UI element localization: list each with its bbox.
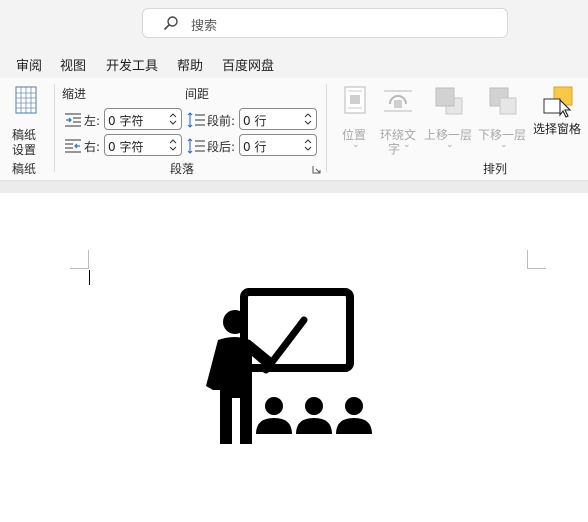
wrap-text-button[interactable]: 环绕文 字 ⌄ — [378, 84, 422, 156]
spin-arrows-icon — [169, 113, 177, 125]
paragraph-group-label: 段落 — [170, 162, 195, 176]
chevron-down-icon: ⌄ — [446, 140, 454, 150]
spin-arrows-icon — [304, 139, 312, 151]
selection-pane-icon — [543, 86, 573, 118]
indent-left-value: 0 字符 — [108, 114, 144, 128]
chevron-down-icon: ⌄ — [500, 140, 508, 150]
bring-forward-button[interactable]: 上移一层 ⌄ — [424, 84, 474, 152]
spacing-before-icon — [187, 112, 205, 128]
dialog-launcher-icon[interactable] — [312, 165, 321, 174]
position-button[interactable]: 位置 ⌄ — [338, 84, 372, 152]
indent-left-label: 左: — [84, 114, 101, 128]
text-cursor — [89, 270, 90, 285]
spacing-before-value: 0 行 — [243, 114, 267, 128]
chevron-down-icon: ⌄ — [403, 140, 411, 150]
ribbon-shadow — [0, 181, 588, 193]
chevron-down-icon: ⌄ — [352, 140, 360, 150]
gaozhi-group-label: 稿纸 — [12, 162, 37, 176]
spacing-title: 间距 — [185, 87, 210, 101]
indent-left-icon — [65, 113, 81, 127]
wrap-text-icon — [384, 90, 412, 112]
spacing-before-input[interactable]: 0 行 — [239, 108, 317, 130]
selection-pane-button[interactable]: 选择窗格 — [532, 84, 586, 136]
selection-pane-label: 选择窗格 — [533, 122, 582, 136]
search-icon — [163, 16, 178, 31]
ribbon-tabs: 审阅 视图 开发工具 帮助 百度网盘 — [0, 48, 588, 78]
bring-forward-icon — [435, 87, 463, 115]
send-backward-icon — [489, 87, 517, 115]
indent-right-icon — [65, 139, 81, 153]
spacing-after-icon — [187, 138, 205, 154]
indent-title: 缩进 — [62, 87, 87, 101]
spacing-after-value: 0 行 — [243, 140, 267, 154]
search-placeholder: 搜索 — [191, 19, 218, 34]
indent-right-label: 右: — [84, 140, 101, 154]
title-bar: 搜索 — [0, 0, 588, 48]
tab-baidu-netdisk[interactable]: 百度网盘 — [222, 55, 274, 74]
search-box[interactable]: 搜索 — [142, 8, 508, 38]
manuscript-paper-icon — [15, 86, 37, 114]
margin-corner-left — [70, 250, 89, 269]
tab-view[interactable]: 视图 — [60, 55, 86, 74]
wrap-text-label-2: 字 — [388, 142, 401, 156]
group-divider — [54, 84, 55, 172]
teacher-presentation-icon[interactable] — [200, 286, 376, 446]
gaozhi-settings-button[interactable]: 稿纸 设置 — [6, 84, 46, 157]
tab-review[interactable]: 审阅 — [16, 55, 42, 74]
indent-left-input[interactable]: 0 字符 — [104, 108, 182, 130]
send-backward-button[interactable]: 下移一层 ⌄ — [478, 84, 528, 152]
spacing-after-label: 段后: — [207, 140, 236, 154]
spacing-after-input[interactable]: 0 行 — [239, 134, 317, 156]
group-divider — [326, 84, 327, 172]
ribbon: 稿纸 设置 稿纸 缩进 间距 左: 0 字符 右: 0 字符 段前: 0 行 段… — [0, 78, 588, 181]
arrange-group-label: 排列 — [483, 162, 508, 176]
tab-help[interactable]: 帮助 — [177, 55, 203, 74]
indent-right-input[interactable]: 0 字符 — [104, 134, 182, 156]
spacing-before-label: 段前: — [207, 114, 236, 128]
tab-developer[interactable]: 开发工具 — [106, 55, 158, 74]
indent-right-value: 0 字符 — [108, 140, 144, 154]
margin-corner-right — [527, 250, 546, 269]
spin-arrows-icon — [169, 139, 177, 151]
spin-arrows-icon — [304, 113, 312, 125]
position-icon — [344, 86, 366, 114]
gaozhi-button-label-2: 设置 — [12, 143, 37, 157]
